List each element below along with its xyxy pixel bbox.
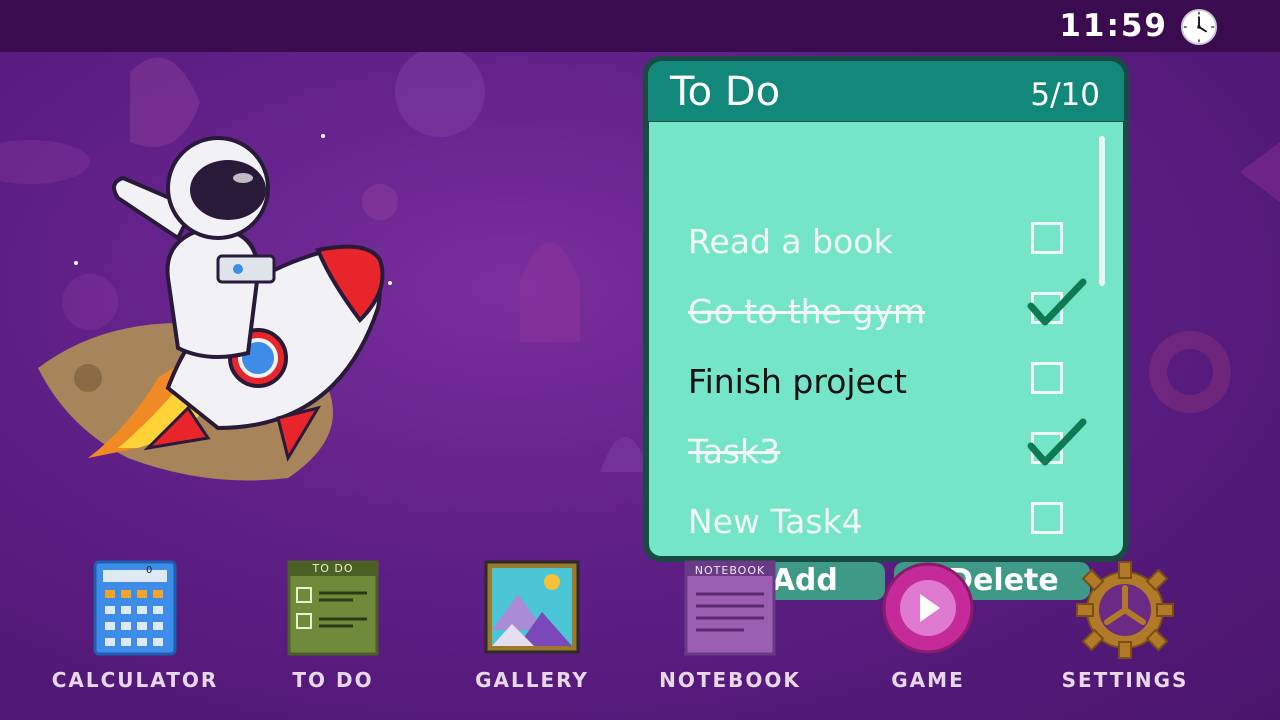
todo-item[interactable]: New Task4 (649, 494, 1089, 548)
task-label: Go to the gym (688, 292, 926, 331)
clock-icon (1180, 8, 1218, 46)
gallery-icon (484, 560, 580, 654)
task-checkbox[interactable] (1031, 222, 1063, 254)
task-checkbox[interactable] (1031, 502, 1063, 534)
task-label: New Task4 (688, 502, 863, 541)
clock-time: 11:59 (1059, 8, 1168, 44)
notebook-icon-header: NOTEBOOK (694, 564, 766, 577)
task-label: Read a book (688, 222, 893, 261)
checkmark-icon (1027, 278, 1087, 326)
app-calculator[interactable]: 0 CALCULATOR (50, 556, 220, 706)
todo-item[interactable]: Task3 (649, 418, 1089, 478)
app-label: CALCULATOR (51, 668, 219, 692)
todo-title: To Do (670, 69, 781, 115)
gear-icon (1076, 561, 1174, 659)
task-label: Task3 (688, 432, 781, 471)
app-todo[interactable]: TO DO TO DO (248, 556, 418, 706)
todo-scrollbar[interactable] (1099, 136, 1105, 286)
app-label: NOTEBOOK (659, 668, 801, 692)
app-label: SETTINGS (1061, 668, 1189, 692)
todo-header: To Do 5/10 (648, 61, 1124, 121)
app-settings[interactable]: SETTINGS (1040, 556, 1210, 706)
app-notebook[interactable]: NOTEBOOK NOTEBOOK (645, 556, 815, 706)
app-label: TO DO (292, 668, 374, 692)
app-label: GALLERY (475, 668, 589, 692)
todo-item[interactable]: Finish project (649, 354, 1089, 408)
todo-count: 5/10 (1030, 77, 1100, 113)
checkmark-icon (1027, 418, 1087, 466)
astronaut-rocket-illustration (38, 134, 392, 481)
task-label: Finish project (688, 362, 907, 401)
calculator-icon (93, 560, 177, 656)
app-game[interactable]: GAME (843, 556, 1013, 706)
task-checkbox[interactable] (1031, 362, 1063, 394)
app-gallery[interactable]: GALLERY (447, 556, 617, 706)
todo-widget: To Do 5/10 Read a book Go to the gym Fin… (643, 56, 1129, 600)
todo-icon-header: TO DO (312, 562, 354, 575)
todo-item[interactable]: Read a book (649, 214, 1089, 268)
calculator-display: 0 (146, 565, 153, 576)
app-label: GAME (891, 668, 965, 692)
todo-body: Read a book Go to the gym Finish project… (649, 122, 1123, 600)
play-icon (882, 562, 974, 654)
todo-item[interactable]: Go to the gym (649, 278, 1089, 338)
status-bar: 11:59 (0, 0, 1280, 52)
